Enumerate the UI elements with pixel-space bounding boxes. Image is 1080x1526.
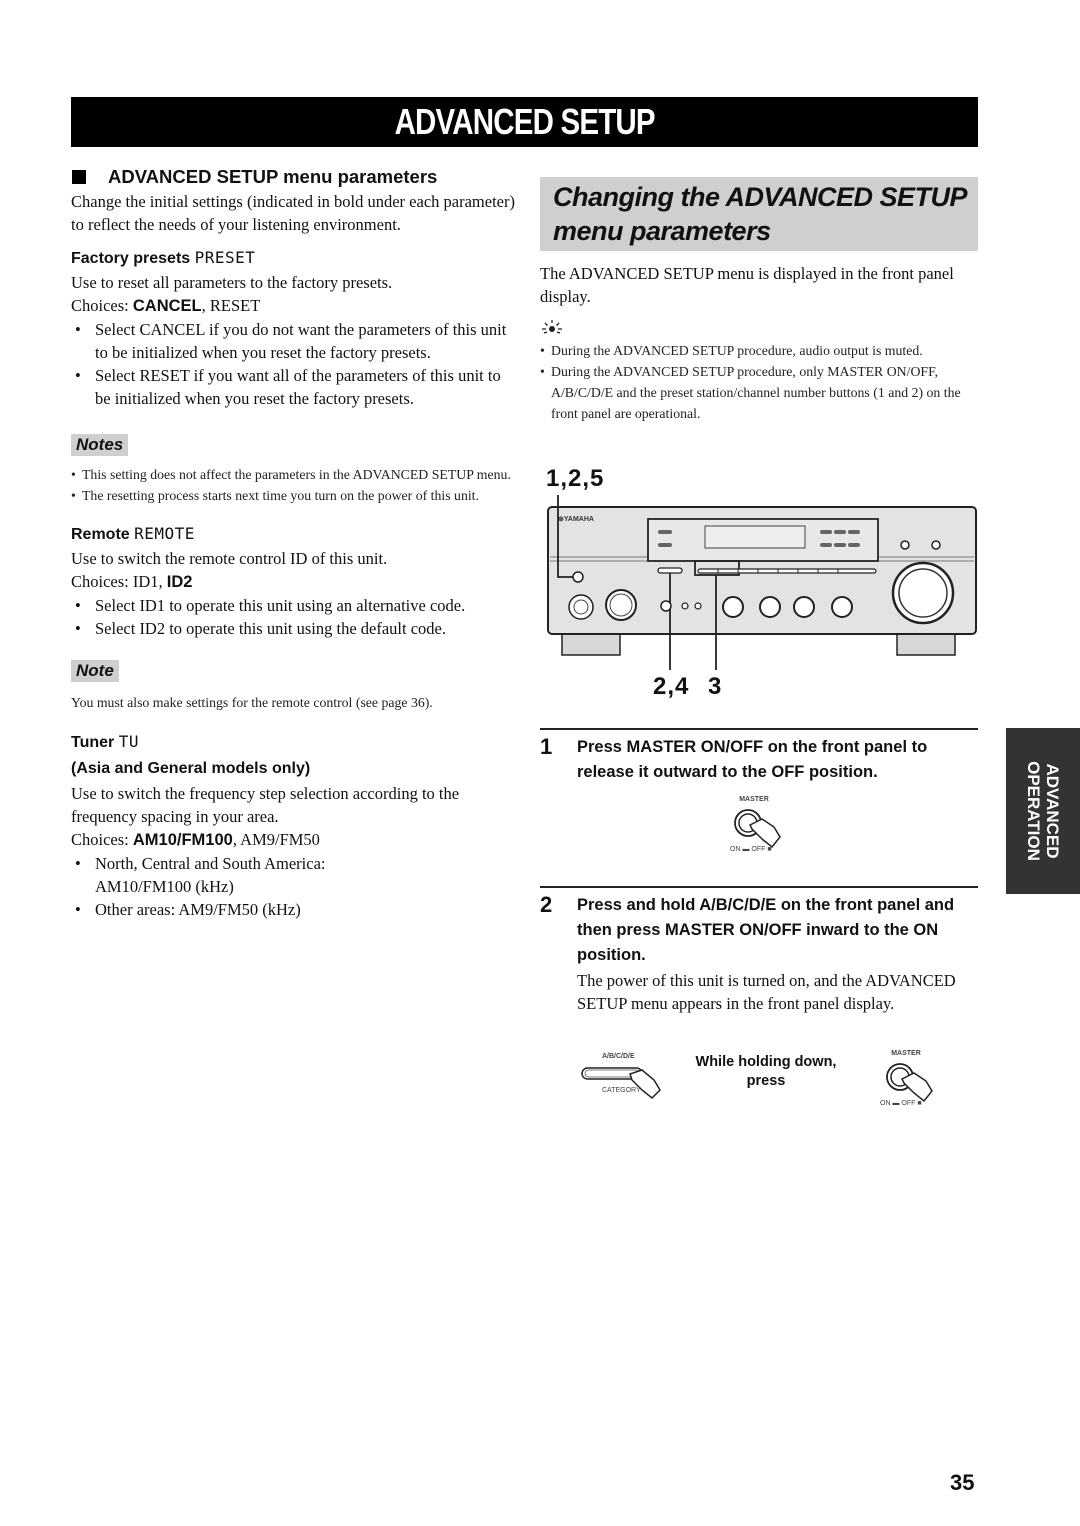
list-item: During the ADVANCED SETUP procedure, aud… — [540, 340, 980, 361]
tips-list: During the ADVANCED SETUP procedure, aud… — [540, 340, 980, 424]
notes-box: Notes This setting does not affect the p… — [71, 434, 516, 506]
step-2-number: 2 — [540, 892, 553, 917]
changing-heading: Changing the ADVANCED SETUP menu paramet… — [553, 182, 967, 246]
page-title-bar: ADVANCED SETUP — [71, 97, 978, 147]
tuner-section: Tuner TU (Asia and General models only) … — [71, 729, 516, 921]
tuner-bullets: North, Central and South America: AM10/F… — [71, 852, 516, 921]
right-intro: The ADVANCED SETUP menu is displayed in … — [540, 264, 954, 306]
note-tag: Note — [71, 660, 119, 682]
factory-presets-heading: Factory presets PRESET — [71, 248, 256, 267]
square-bullet-icon — [72, 170, 86, 184]
front-display — [704, 525, 806, 549]
remote-heading: Remote REMOTE — [71, 524, 195, 543]
list-item: This setting does not affect the paramet… — [71, 464, 516, 485]
step-2-body: The power of this unit is turned on, and… — [577, 971, 956, 1013]
master-on-off-button — [572, 571, 584, 583]
tuner-subheading: (Asia and General models only) — [71, 760, 311, 777]
tuner-heading: Tuner TU — [71, 732, 139, 751]
abcde-button — [657, 567, 683, 574]
notes-tag: Notes — [71, 434, 129, 456]
list-item: The resetting process starts next time y… — [71, 485, 516, 506]
receiver-front-panel-diagram: ⊛YAMAHA — [547, 495, 977, 670]
tips-box: During the ADVANCED SETUP procedure, aud… — [540, 319, 980, 424]
list-item: Select RESET if you want all of the para… — [71, 364, 516, 410]
note-text: You must also make settings for the remo… — [71, 695, 433, 710]
default-choice: AM10/FM100 — [132, 831, 233, 849]
factory-bullets: Select CANCEL if you do not want the par… — [71, 318, 516, 410]
receiver-foot-left — [561, 632, 621, 656]
step-2-text: Press and hold A/B/C/D/E on the front pa… — [577, 896, 955, 964]
list-item: Select CANCEL if you do not want the par… — [71, 318, 516, 364]
receiver-foot-right — [896, 632, 956, 656]
hold-instruction: While holding down, press — [695, 1054, 837, 1089]
changing-heading-box: Changing the ADVANCED SETUP menu paramet… — [540, 177, 978, 251]
left-column: ADVANCED SETUP menu parameters Change th… — [71, 166, 516, 921]
callout-2-4: 2,4 — [653, 673, 690, 700]
tuner-desc: Use to switch the frequency step selecti… — [71, 784, 460, 826]
on-off-labels: ON ▬ OFF ■ — [880, 1100, 922, 1107]
factory-choices: Choices: CANCEL, RESET — [71, 296, 261, 315]
abcde-button-press-icon — [581, 1067, 661, 1100]
list-item: Select ID1 to operate this unit using an… — [71, 594, 516, 617]
on-off-labels: ON ▬ OFF ■ — [730, 846, 772, 853]
page-title: ADVANCED SETUP — [394, 101, 655, 142]
remote-desc: Use to switch the remote control ID of t… — [71, 549, 388, 568]
step-divider — [540, 728, 978, 730]
step-divider — [540, 886, 978, 888]
step-1-text: Press MASTER ON/OFF on the front panel t… — [577, 738, 928, 781]
lightbulb-tip-icon — [542, 320, 562, 334]
factory-presets-section: Factory presets PRESET Use to reset all … — [71, 248, 516, 410]
note-box: Note You must also make settings for the… — [71, 660, 516, 713]
abcde-button-figure: A/B/C/D/E CATEGORY — [580, 1053, 680, 1105]
master-button-figure-2: MASTER ON ▬ OFF ■ — [880, 1050, 940, 1110]
master-label: MASTER — [891, 1050, 921, 1057]
page-number: 35 — [950, 1470, 975, 1495]
master-button-press-icon — [886, 1063, 933, 1103]
callout-1-2-5: 1,2,5 — [546, 465, 605, 492]
notes-list: This setting does not affect the paramet… — [71, 464, 516, 506]
default-choice: CANCEL — [132, 297, 202, 315]
step-1-number: 1 — [540, 734, 553, 759]
list-item: North, Central and South America: AM10/F… — [71, 852, 516, 898]
abcde-label: A/B/C/D/E — [602, 1053, 635, 1060]
factory-desc: Use to reset all parameters to the facto… — [71, 273, 393, 292]
list-item: Other areas: AM9/FM50 (kHz) — [71, 898, 516, 921]
callout-3: 3 — [708, 673, 723, 700]
list-item: Select ID2 to operate this unit using th… — [71, 617, 516, 640]
master-button-figure-1: MASTER ON ▬ OFF ■ — [728, 796, 788, 856]
display-code: PRESET — [194, 248, 256, 267]
intro-paragraph: Change the initial settings (indicated i… — [71, 192, 515, 234]
tuner-choices: Choices: AM10/FM100, AM9/FM50 — [71, 830, 320, 849]
master-button-press-icon — [734, 809, 781, 849]
remote-choices: Choices: ID1, ID2 — [71, 572, 193, 591]
list-item: During the ADVANCED SETUP procedure, onl… — [540, 361, 980, 424]
category-label: CATEGORY — [602, 1087, 641, 1094]
chapter-side-tab[interactable]: ADVANCED OPERATION — [1006, 728, 1080, 894]
brand-logo: ⊛YAMAHA — [558, 516, 594, 523]
side-tab-label: ADVANCED OPERATION — [1024, 761, 1062, 861]
default-choice: ID2 — [166, 573, 193, 591]
remote-section: Remote REMOTE Use to switch the remote c… — [71, 524, 516, 640]
display-code: REMOTE — [134, 524, 195, 543]
remote-bullets: Select ID1 to operate this unit using an… — [71, 594, 516, 640]
display-code: TU — [118, 732, 139, 751]
section-heading: ADVANCED SETUP menu parameters — [71, 166, 516, 188]
master-label: MASTER — [739, 796, 769, 803]
